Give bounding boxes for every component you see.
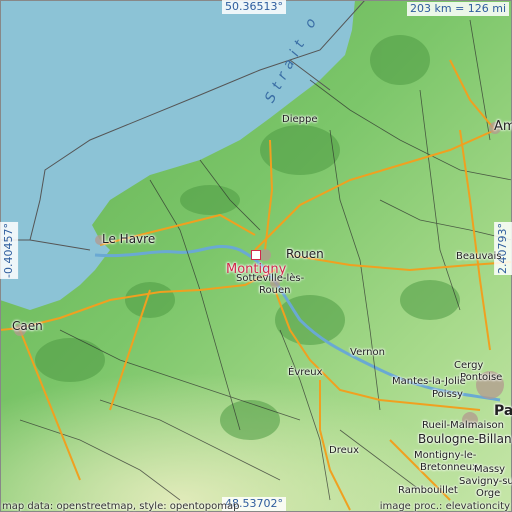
place-poissy: Poissy bbox=[432, 389, 463, 400]
place-boulogne: Boulogne-Billan bbox=[418, 432, 512, 446]
place-amiens: Am bbox=[494, 119, 512, 134]
image-attribution: image proc.: elevationcity bbox=[379, 501, 510, 512]
place-sotteville: Sotteville-lès- bbox=[236, 273, 305, 284]
place-paris: Pa bbox=[494, 403, 512, 419]
place-rambouillet: Rambouillet bbox=[398, 485, 458, 496]
place-cergy: Cergy bbox=[454, 360, 484, 371]
place-rouen: Rouen bbox=[286, 247, 324, 261]
top-latitude-label: 50.36513° bbox=[222, 0, 286, 15]
left-longitude-label: -0.40457° bbox=[0, 222, 19, 279]
place-rueil: Rueil-Malmaison bbox=[422, 420, 505, 431]
right-longitude-label: 2.40793° bbox=[493, 222, 512, 275]
place-savigny: Savigny-sur- bbox=[459, 476, 512, 487]
place-pontoise: Pontoise bbox=[460, 372, 503, 383]
scale-label: 203 km = 126 mi bbox=[407, 2, 510, 17]
place-vernon: Vernon bbox=[350, 347, 385, 358]
place-montigny-le: Montigny-le- bbox=[414, 450, 477, 461]
map-attribution: map data: openstreetmap, style: opentopo… bbox=[2, 501, 240, 512]
place-orge: Orge bbox=[476, 488, 501, 499]
place-mantes: Mantes-la-Jolie bbox=[392, 376, 466, 387]
place-beauvais: Beauvais bbox=[456, 251, 502, 262]
place-dieppe: Dieppe bbox=[282, 114, 318, 125]
place-caen: Caen bbox=[12, 319, 43, 333]
place-massy: Massy bbox=[474, 464, 506, 475]
place-evreux: Évreux bbox=[288, 367, 323, 378]
place-dreux: Dreux bbox=[329, 445, 359, 456]
place-bretonneux: Bretonneux bbox=[420, 462, 479, 473]
location-marker bbox=[251, 250, 261, 260]
place-le-havre: Le Havre bbox=[102, 232, 156, 246]
place-sotteville-rouen: Rouen bbox=[259, 285, 291, 296]
